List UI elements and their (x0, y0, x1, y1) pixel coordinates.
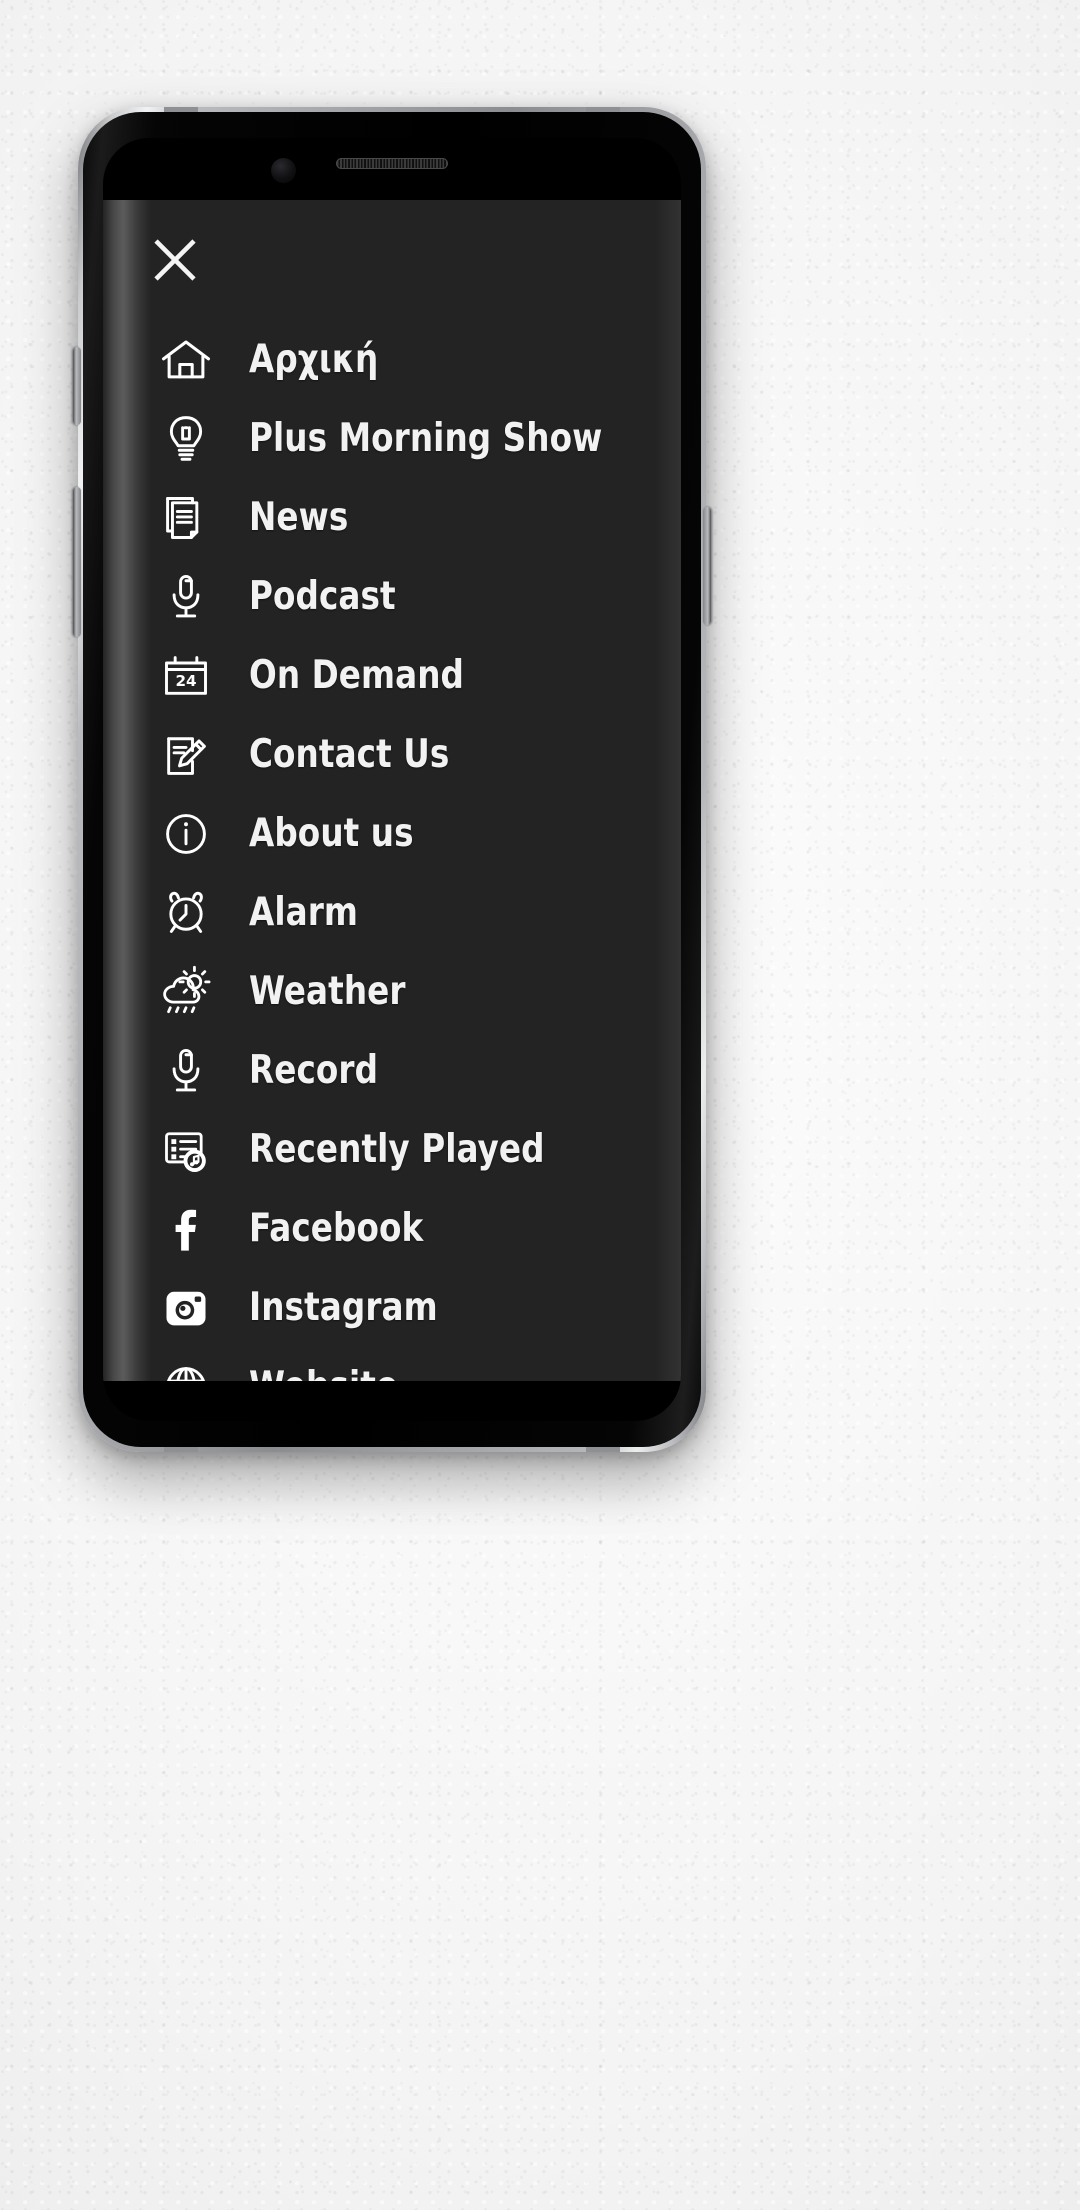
facebook-icon (147, 1199, 225, 1259)
menu-item-instagram[interactable]: Instagram (147, 1268, 671, 1347)
menu-item-home[interactable]: Αρχική (147, 320, 671, 399)
menu-item-contact-us[interactable]: Contact Us (147, 715, 671, 794)
menu-item-website[interactable]: Website (147, 1347, 671, 1381)
menu-item-label: Record (249, 1048, 379, 1093)
bixby-side-key[interactable] (73, 347, 81, 425)
menu-item-label: Alarm (249, 890, 359, 935)
drawer-header (103, 200, 681, 320)
menu-item-news[interactable]: News (147, 478, 671, 557)
phone-screen: Αρχική Plus Morning Show News Podcast 24… (103, 138, 681, 1421)
menu-item-podcast[interactable]: Podcast (147, 557, 671, 636)
menu-item-label: On Demand (249, 653, 465, 698)
navigation-drawer: Αρχική Plus Morning Show News Podcast 24… (103, 200, 681, 1381)
menu-item-facebook[interactable]: Facebook (147, 1189, 671, 1268)
menu-item-label: Contact Us (249, 732, 450, 777)
earpiece-speaker-icon (336, 158, 448, 169)
menu-item-label: Recently Played (249, 1127, 545, 1172)
microphone-icon (147, 567, 225, 627)
menu-item-label: Website (249, 1367, 398, 1381)
info-circle-icon (147, 804, 225, 864)
menu-item-about-us[interactable]: About us (147, 794, 671, 873)
notepad-pencil-icon (147, 725, 225, 785)
menu-item-label: About us (249, 811, 414, 856)
calendar-24-icon: 24 (147, 646, 225, 706)
menu-item-label: Facebook (249, 1206, 424, 1251)
svg-text:24: 24 (175, 671, 196, 689)
home-icon (147, 330, 225, 390)
menu-item-record[interactable]: Record (147, 1031, 671, 1110)
sun-cloud-rain-icon (147, 962, 225, 1022)
menu-item-label: Αρχική (249, 337, 379, 382)
menu-item-recently-played[interactable]: Recently Played (147, 1110, 671, 1189)
drawer-menu-list: Αρχική Plus Morning Show News Podcast 24… (103, 320, 681, 1381)
menu-item-plus-morning-show[interactable]: Plus Morning Show (147, 399, 671, 478)
menu-item-label: Weather (249, 969, 406, 1014)
menu-item-on-demand[interactable]: 24 On Demand (147, 636, 671, 715)
alarm-clock-icon (147, 883, 225, 943)
lightbulb-icon (147, 409, 225, 469)
documents-icon (147, 488, 225, 548)
front-camera-icon (271, 158, 296, 183)
menu-item-weather[interactable]: Weather (147, 952, 671, 1031)
close-icon (154, 239, 196, 281)
menu-item-alarm[interactable]: Alarm (147, 873, 671, 952)
phone-bezel: Αρχική Plus Morning Show News Podcast 24… (83, 112, 701, 1447)
phone-device: Αρχική Plus Morning Show News Podcast 24… (73, 107, 711, 1452)
close-button[interactable] (147, 232, 203, 288)
microphone-icon (147, 1041, 225, 1101)
globe-icon (147, 1357, 225, 1381)
playlist-music-icon (147, 1120, 225, 1180)
volume-side-key[interactable] (73, 487, 81, 637)
menu-item-label: News (249, 495, 349, 540)
instagram-icon (147, 1278, 225, 1338)
menu-item-label: Plus Morning Show (249, 416, 603, 461)
menu-item-label: Podcast (249, 574, 396, 619)
menu-item-label: Instagram (249, 1285, 438, 1330)
power-side-key[interactable] (703, 507, 711, 625)
